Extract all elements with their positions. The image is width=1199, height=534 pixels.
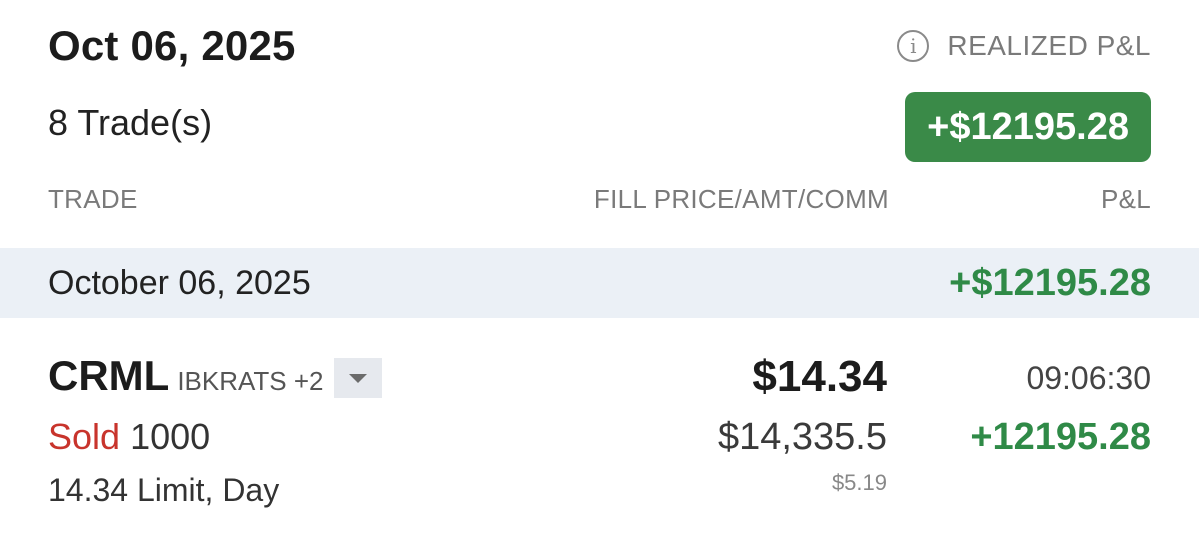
column-header-pnl: P&L xyxy=(1100,184,1151,214)
trade-symbol-line: CRML IBKRATS +2 xyxy=(48,352,324,400)
realized-pnl-label-group: i REALIZED P&L xyxy=(897,30,1151,62)
trade-action: Sold xyxy=(48,416,121,457)
trade-time: 09:06:30 xyxy=(1026,360,1151,396)
trade-row[interactable]: CRML IBKRATS +2 Sold 1000 14.34 Limit, D… xyxy=(0,336,1199,526)
trade-symbol: CRML xyxy=(48,352,170,399)
trade-pnl: +12195.28 xyxy=(970,416,1151,458)
trade-quantity: 1000 xyxy=(130,416,211,457)
trade-count: 8 Trade(s) xyxy=(48,102,213,143)
trade-fill-price: $14.34 xyxy=(752,352,887,401)
page-title: Oct 06, 2025 xyxy=(48,22,296,69)
day-group-pnl: +$12195.28 xyxy=(949,262,1151,304)
summary-header: Oct 06, 2025 8 Trade(s) i REALIZED P&L +… xyxy=(48,22,1151,172)
column-header-trade: TRADE xyxy=(48,184,138,214)
trade-account: IBKRATS +2 xyxy=(177,366,324,396)
info-circle-icon[interactable]: i xyxy=(897,30,930,62)
trade-order-detail: 14.34 Limit, Day xyxy=(48,472,280,508)
trade-commission: $5.19 xyxy=(831,470,887,495)
chevron-down-icon xyxy=(349,373,367,383)
trade-amount: $14,335.5 xyxy=(717,416,887,458)
day-group-header: October 06, 2025 +$12195.28 xyxy=(0,248,1199,318)
column-headers: TRADE FILL PRICE/AMT/COMM P&L xyxy=(48,184,1151,220)
column-header-fill: FILL PRICE/AMT/COMM xyxy=(593,184,889,214)
realized-pnl-label: REALIZED P&L xyxy=(947,30,1151,61)
day-group-date: October 06, 2025 xyxy=(48,264,311,302)
realized-pnl-badge: +$12195.28 xyxy=(905,92,1151,162)
trade-action-line: Sold 1000 xyxy=(48,416,210,458)
trade-expand-button[interactable] xyxy=(334,358,382,398)
